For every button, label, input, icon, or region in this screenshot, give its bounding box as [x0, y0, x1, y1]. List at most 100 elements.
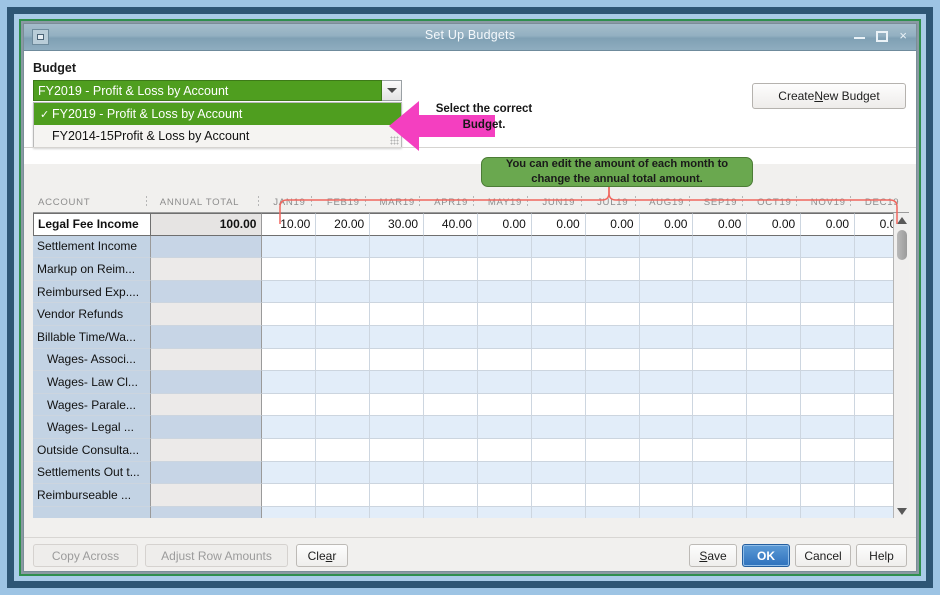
- row-month-cell-jun19[interactable]: [531, 325, 586, 349]
- row-month-cell-mar19[interactable]: [370, 235, 425, 259]
- budget-dropdown-list[interactable]: ✓ FY2019 - Profit & Loss by Account FY20…: [33, 102, 402, 148]
- table-row[interactable]: [33, 506, 909, 518]
- row-month-cell-oct19[interactable]: [747, 461, 802, 485]
- row-month-cell-may19[interactable]: [477, 393, 532, 417]
- row-month-cell-may19[interactable]: [477, 484, 532, 507]
- row-account-cell[interactable]: Outside Consulta...: [33, 438, 151, 462]
- row-month-cell-oct19[interactable]: [747, 303, 802, 326]
- table-row[interactable]: Settlements Out t...: [33, 461, 909, 485]
- row-month-cell-apr19[interactable]: [424, 325, 478, 349]
- row-month-cell-feb19[interactable]: [316, 461, 371, 485]
- row-month-cell-jan19[interactable]: [262, 280, 317, 304]
- row-month-cell-sep19[interactable]: [693, 303, 748, 326]
- row-month-cell-nov19[interactable]: [801, 371, 856, 394]
- row-month-cell-apr19[interactable]: [424, 348, 478, 372]
- create-new-budget-button[interactable]: Create New Budget: [752, 83, 906, 109]
- row-month-cell-may19[interactable]: [477, 280, 532, 304]
- row-month-cell-jan19[interactable]: [262, 325, 317, 349]
- row-month-cell-nov19[interactable]: [801, 461, 856, 485]
- row-month-cell-jan19[interactable]: [262, 303, 317, 326]
- row-month-cell-jul19[interactable]: 0.00: [585, 213, 640, 236]
- row-month-cell-jun19[interactable]: [531, 484, 586, 507]
- row-month-cell-mar19[interactable]: [370, 303, 425, 326]
- row-month-cell-mar19[interactable]: [370, 461, 425, 485]
- row-month-cell-jul19[interactable]: [585, 348, 640, 372]
- clear-button[interactable]: Cle a r: [296, 544, 348, 567]
- row-month-cell-oct19[interactable]: [747, 393, 802, 417]
- cancel-button[interactable]: Cancel: [795, 544, 851, 567]
- row-month-cell-jun19[interactable]: [531, 303, 586, 326]
- row-month-cell-jul19[interactable]: [585, 280, 640, 304]
- table-row[interactable]: Billable Time/Wa...: [33, 325, 909, 349]
- row-month-cell-oct19[interactable]: [747, 235, 802, 259]
- row-month-cell-may19[interactable]: 0.00: [477, 213, 532, 236]
- row-month-cell-nov19[interactable]: [801, 348, 856, 372]
- row-month-cell-jun19[interactable]: [531, 438, 586, 462]
- row-month-cell-feb19[interactable]: [316, 438, 371, 462]
- adjust-row-amounts-button[interactable]: Adjust Row Amounts: [145, 544, 288, 567]
- maximize-icon[interactable]: [876, 30, 889, 42]
- row-account-cell[interactable]: Legal Fee Income: [33, 213, 151, 236]
- minimize-icon[interactable]: [854, 30, 866, 42]
- row-month-cell-jun19[interactable]: [531, 506, 586, 518]
- row-month-cell-aug19[interactable]: [639, 484, 694, 507]
- scrollbar-thumb[interactable]: [897, 230, 907, 260]
- row-month-cell-sep19[interactable]: [693, 371, 748, 394]
- table-row[interactable]: Wages- Legal ...: [33, 416, 909, 439]
- table-row[interactable]: Vendor Refunds: [33, 303, 909, 326]
- table-row[interactable]: Legal Fee Income 100.00 10.00 20.00 30.00 40.…: [33, 213, 909, 236]
- row-month-cell-mar19[interactable]: 30.00: [370, 213, 425, 236]
- row-month-cell-aug19[interactable]: [639, 348, 694, 372]
- row-month-cell-oct19[interactable]: [747, 280, 802, 304]
- row-month-cell-mar19[interactable]: [370, 484, 425, 507]
- row-month-cell-oct19[interactable]: [747, 506, 802, 518]
- row-month-cell-apr19[interactable]: [424, 371, 478, 394]
- row-month-cell-jun19[interactable]: [531, 235, 586, 259]
- row-month-cell-feb19[interactable]: [316, 393, 371, 417]
- row-month-cell-jan19[interactable]: [262, 235, 317, 259]
- row-month-cell-jul19[interactable]: [585, 235, 640, 259]
- row-month-cell-sep19[interactable]: [693, 484, 748, 507]
- row-month-cell-nov19[interactable]: [801, 393, 856, 417]
- row-month-cell-jun19[interactable]: [531, 280, 586, 304]
- table-row[interactable]: Wages- Law Cl...: [33, 371, 909, 394]
- row-month-cell-jul19[interactable]: [585, 303, 640, 326]
- row-month-cell-sep19[interactable]: [693, 393, 748, 417]
- table-row[interactable]: Settlement Income: [33, 235, 909, 259]
- row-month-cell-jan19[interactable]: [262, 484, 317, 507]
- row-month-cell-sep19[interactable]: [693, 325, 748, 349]
- row-month-cell-jul19[interactable]: [585, 258, 640, 281]
- row-month-cell-nov19[interactable]: [801, 325, 856, 349]
- row-month-cell-nov19[interactable]: [801, 438, 856, 462]
- row-month-cell-sep19[interactable]: [693, 461, 748, 485]
- row-month-cell-aug19[interactable]: [639, 416, 694, 439]
- budget-combobox[interactable]: FY2019 - Profit & Loss by Account: [33, 80, 382, 101]
- row-month-cell-jan19[interactable]: [262, 393, 317, 417]
- row-account-cell[interactable]: Wages- Law Cl...: [33, 371, 151, 394]
- row-month-cell-oct19[interactable]: [747, 371, 802, 394]
- row-month-cell-may19[interactable]: [477, 258, 532, 281]
- row-account-cell[interactable]: Reimburseable ...: [33, 484, 151, 507]
- row-month-cell-may19[interactable]: [477, 303, 532, 326]
- row-month-cell-jun19[interactable]: 0.00: [531, 213, 586, 236]
- row-month-cell-may19[interactable]: [477, 325, 532, 349]
- row-month-cell-may19[interactable]: [477, 235, 532, 259]
- table-row[interactable]: Reimbursed Exp....: [33, 280, 909, 304]
- row-month-cell-feb19[interactable]: [316, 325, 371, 349]
- row-account-cell[interactable]: Wages- Legal ...: [33, 416, 151, 439]
- row-month-cell-jul19[interactable]: [585, 371, 640, 394]
- row-month-cell-jan19[interactable]: [262, 506, 317, 518]
- row-month-cell-apr19[interactable]: [424, 393, 478, 417]
- row-month-cell-jun19[interactable]: [531, 371, 586, 394]
- scroll-down-arrow-icon[interactable]: [894, 504, 909, 518]
- row-month-cell-jul19[interactable]: [585, 393, 640, 417]
- row-month-cell-may19[interactable]: [477, 506, 532, 518]
- table-row[interactable]: Outside Consulta...: [33, 438, 909, 462]
- row-month-cell-mar19[interactable]: [370, 506, 425, 518]
- close-icon[interactable]: ×: [899, 27, 907, 45]
- row-month-cell-jun19[interactable]: [531, 461, 586, 485]
- row-month-cell-apr19[interactable]: [424, 280, 478, 304]
- row-month-cell-mar19[interactable]: [370, 416, 425, 439]
- row-month-cell-apr19[interactable]: [424, 438, 478, 462]
- row-month-cell-nov19[interactable]: [801, 258, 856, 281]
